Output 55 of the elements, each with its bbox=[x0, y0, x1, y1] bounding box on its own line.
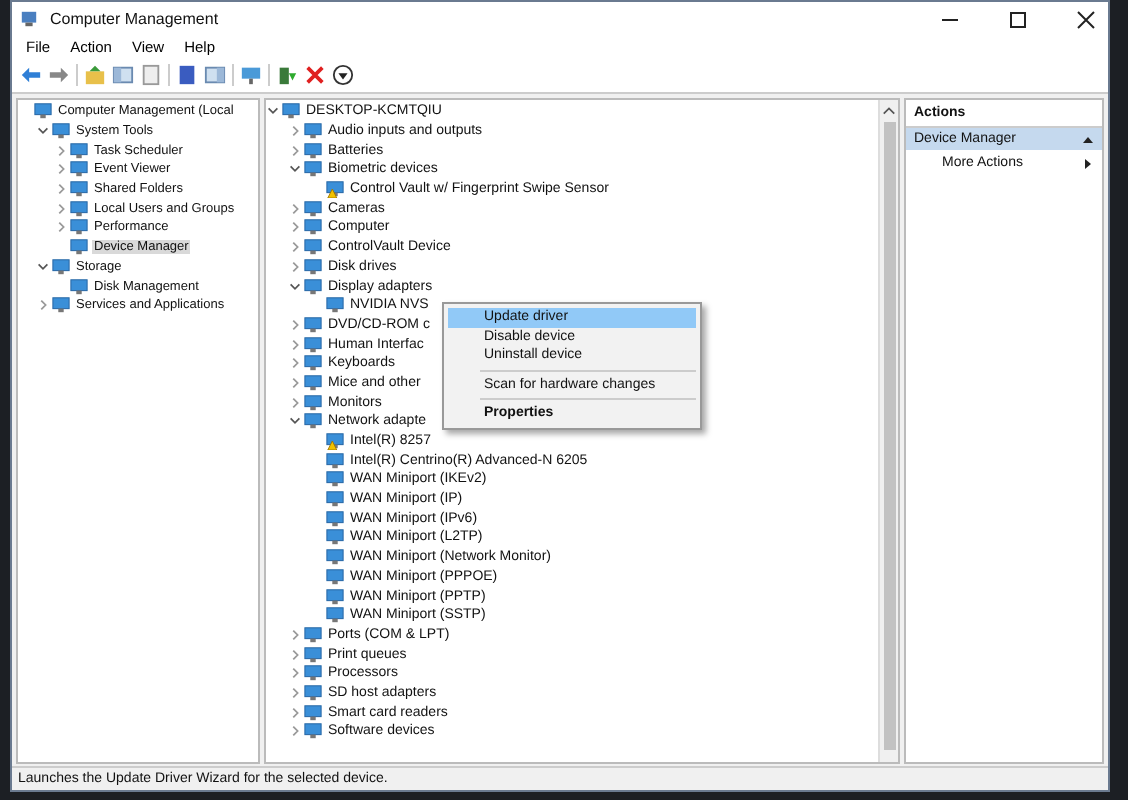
monitor-icon[interactable] bbox=[240, 63, 262, 85]
chevron-icon[interactable] bbox=[288, 414, 302, 429]
monitor-icon bbox=[304, 315, 322, 334]
app-icon bbox=[20, 10, 38, 28]
monitor-icon bbox=[304, 722, 322, 741]
scrollbar[interactable] bbox=[878, 100, 898, 762]
monitor-icon bbox=[304, 199, 322, 218]
folder-up-icon[interactable] bbox=[84, 63, 106, 85]
back-arrow-icon[interactable] bbox=[20, 63, 42, 85]
monitor-icon bbox=[304, 141, 322, 160]
monitor-icon bbox=[70, 160, 88, 179]
monitor-icon bbox=[304, 412, 322, 431]
scroll-up-icon[interactable] bbox=[882, 104, 896, 118]
monitor-icon bbox=[70, 141, 88, 160]
monitor-icon bbox=[70, 180, 88, 199]
monitor-icon bbox=[70, 199, 88, 218]
monitor-icon bbox=[70, 218, 88, 237]
collapse-triangle-icon[interactable] bbox=[1082, 133, 1094, 145]
update-driver-icon[interactable] bbox=[276, 63, 298, 85]
forward-arrow-icon[interactable] bbox=[48, 63, 70, 85]
monitor-icon bbox=[304, 238, 322, 257]
monitor-icon bbox=[70, 277, 88, 296]
chevron-icon[interactable] bbox=[288, 162, 302, 177]
monitor-icon bbox=[304, 625, 322, 644]
monitor-icon bbox=[304, 122, 322, 141]
console-tree-icon[interactable] bbox=[112, 63, 134, 85]
action-pane-icon[interactable] bbox=[204, 63, 226, 85]
monitor-icon bbox=[304, 335, 322, 354]
monitor-icon bbox=[304, 393, 322, 412]
monitor-icon bbox=[52, 122, 70, 141]
monitor-icon bbox=[304, 277, 322, 296]
submenu-arrow-icon bbox=[1082, 157, 1094, 169]
maximize-icon[interactable] bbox=[1004, 9, 1032, 29]
monitor-icon bbox=[304, 354, 322, 373]
chevron-icon[interactable] bbox=[288, 279, 302, 294]
delete-icon[interactable] bbox=[304, 63, 326, 85]
monitor-icon bbox=[304, 664, 322, 683]
monitor-icon bbox=[52, 257, 70, 276]
monitor-icon bbox=[282, 102, 300, 121]
monitor-icon bbox=[304, 218, 322, 237]
monitor-icon bbox=[304, 257, 322, 276]
chevron-icon[interactable] bbox=[36, 124, 50, 139]
monitor-icon bbox=[304, 645, 322, 664]
download-circle-icon[interactable] bbox=[332, 63, 354, 85]
chevron-icon[interactable] bbox=[266, 104, 280, 119]
close-icon[interactable] bbox=[1072, 9, 1100, 29]
chevron-icon[interactable] bbox=[36, 259, 50, 274]
monitor-icon bbox=[70, 238, 88, 257]
monitor-icon bbox=[34, 102, 52, 121]
monitor-icon bbox=[304, 703, 322, 722]
monitor-icon bbox=[304, 160, 322, 179]
monitor-icon bbox=[52, 296, 70, 315]
monitor-icon bbox=[304, 683, 322, 702]
window-title: Computer Management bbox=[50, 10, 221, 28]
monitor-icon bbox=[304, 373, 322, 392]
